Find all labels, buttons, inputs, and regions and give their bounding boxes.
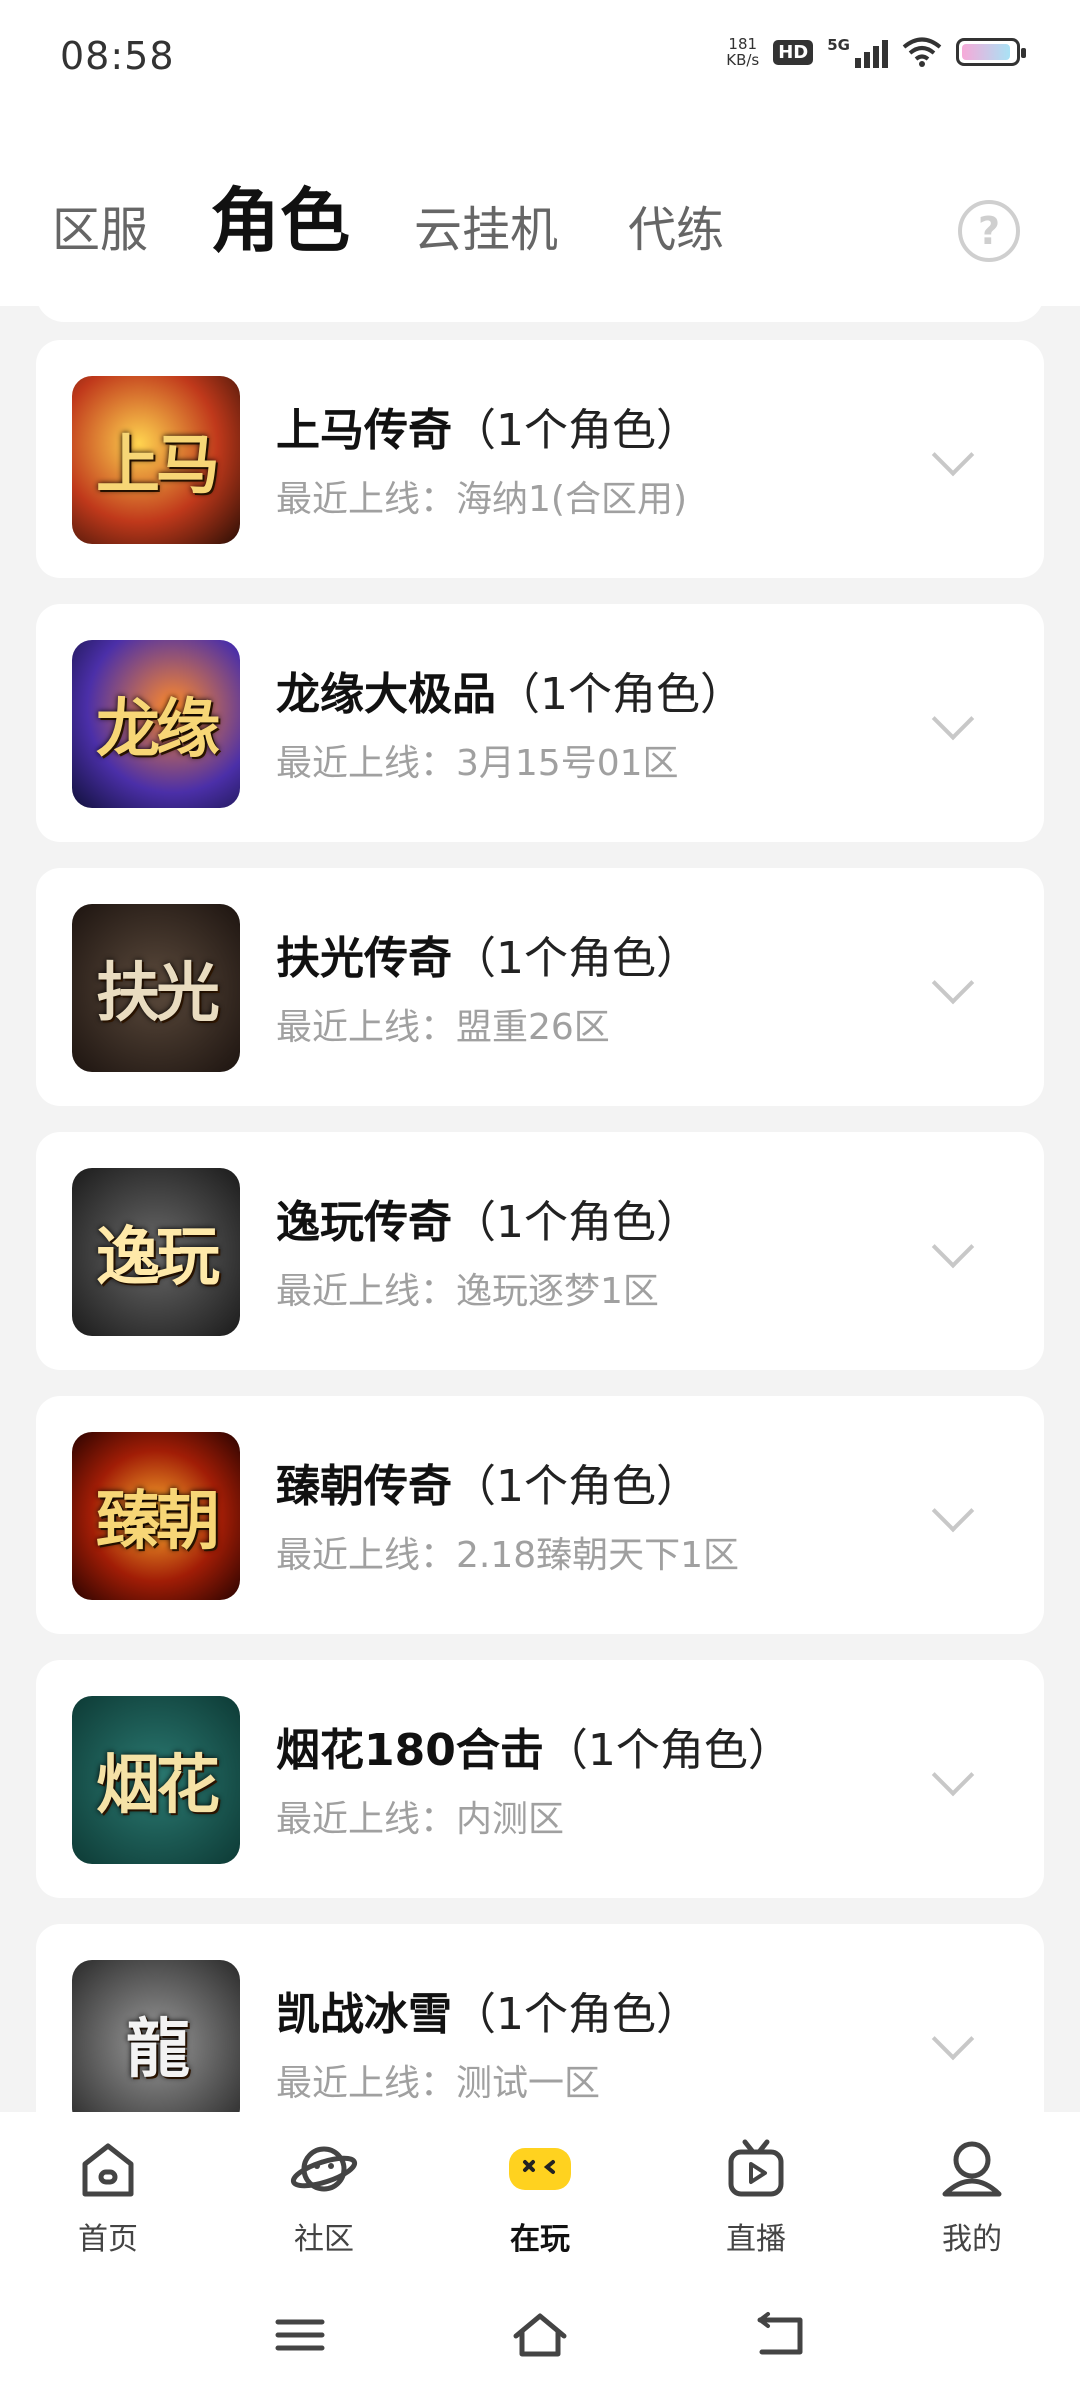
game-thumbnail-text: 龍	[126, 2012, 190, 2087]
tab-cloud-idle[interactable]: 云挂机	[414, 190, 558, 260]
game-thumbnail: 烟花	[72, 1696, 240, 1864]
game-title: 凯战冰雪（1个角色）	[276, 1978, 700, 2042]
status-icons: 181 KB/s HD 5G	[726, 36, 1026, 68]
hd-icon: HD	[773, 39, 814, 65]
game-thumbnail: 逸玩	[72, 1168, 240, 1336]
list-item[interactable]: 龍 凯战冰雪（1个角色） 最近上线：测试一区	[36, 1924, 1044, 2112]
nav-label: 社区	[294, 2222, 354, 2257]
list-item[interactable]: 龙缘 龙缘大极品（1个角色） 最近上线：3月15号01区	[36, 604, 1044, 842]
role-count: （1个角色）	[452, 1989, 700, 2040]
header-tabs: 区服 角色 云挂机 代练 ?	[0, 120, 1080, 306]
game-title: 龙缘大极品（1个角色）	[276, 658, 744, 722]
tab-power-leveling[interactable]: 代练	[628, 190, 724, 260]
game-title: 扶光传奇（1个角色）	[276, 922, 700, 986]
user-icon	[942, 2141, 1002, 2197]
back-icon[interactable]	[750, 2310, 810, 2360]
list-item-partial	[36, 306, 1044, 322]
network-speed-unit: KB/s	[726, 51, 760, 69]
role-count: （1个角色）	[496, 669, 744, 720]
wifi-icon	[902, 37, 942, 67]
game-thumbnail-text: 烟花	[96, 1748, 220, 1823]
nav-label: 在玩	[510, 2222, 570, 2257]
nav-live[interactable]: 直播	[686, 2134, 826, 2258]
last-login: 最近上线：盟重26区	[276, 1007, 610, 1048]
chevron-down-icon[interactable]	[931, 961, 975, 1005]
last-login: 最近上线：海纳1(合区用)	[276, 479, 687, 520]
game-thumbnail: 龍	[72, 1960, 240, 2112]
game-title: 上马传奇（1个角色）	[276, 394, 700, 458]
tab-role[interactable]: 角色	[210, 165, 350, 266]
game-thumbnail-text: 扶光	[96, 956, 220, 1031]
nav-mine[interactable]: 我的	[902, 2134, 1042, 2258]
system-nav-bar	[0, 2282, 1080, 2388]
nav-label: 首页	[78, 2222, 138, 2257]
game-thumbnail: 臻朝	[72, 1432, 240, 1600]
role-count: （1个角色）	[452, 1197, 700, 1248]
home-icon	[82, 2143, 134, 2197]
5g-label: 5G	[827, 36, 850, 54]
game-thumbnail: 龙缘	[72, 640, 240, 808]
battery-icon	[956, 38, 1026, 66]
last-login: 最近上线：3月15号01区	[276, 743, 679, 784]
tab-server[interactable]: 区服	[52, 190, 148, 260]
status-bar: 08:58 181 KB/s HD 5G	[0, 0, 1080, 120]
home-nav-icon[interactable]	[510, 2310, 570, 2360]
bottom-nav: 首页 社区 在玩 直播 我的	[0, 2112, 1080, 2282]
last-login: 最近上线：内测区	[276, 1799, 565, 1840]
role-count: （1个角色）	[452, 405, 700, 456]
list-item[interactable]: 烟花 烟花180合击（1个角色） 最近上线：内测区	[36, 1660, 1044, 1898]
menu-icon[interactable]	[270, 2310, 330, 2360]
game-thumbnail-text: 龙缘	[96, 692, 220, 767]
nav-playing[interactable]: 在玩	[470, 2134, 610, 2258]
game-name: 龙缘大极品	[276, 669, 496, 720]
tv-play-icon	[728, 2139, 784, 2197]
game-name: 臻朝传奇	[276, 1461, 452, 1512]
network-speed: 181 KB/s	[726, 36, 759, 68]
nav-label: 直播	[726, 2222, 786, 2257]
last-login: 最近上线：逸玩逐梦1区	[276, 1271, 659, 1312]
game-thumbnail-text: 上马	[96, 428, 220, 503]
signal-icon: 5G	[827, 36, 888, 68]
game-title: 烟花180合击（1个角色）	[276, 1714, 792, 1778]
nav-label: 我的	[942, 2222, 1002, 2257]
list-item[interactable]: 扶光 扶光传奇（1个角色） 最近上线：盟重26区	[36, 868, 1044, 1106]
game-name: 扶光传奇	[276, 933, 452, 984]
role-count: （1个角色）	[543, 1725, 792, 1776]
chevron-down-icon[interactable]	[931, 433, 975, 477]
role-count: （1个角色）	[452, 1461, 700, 1512]
last-login: 最近上线：2.18臻朝天下1区	[276, 1535, 740, 1576]
nav-home[interactable]: 首页	[38, 2134, 178, 2258]
chevron-down-icon[interactable]	[931, 1225, 975, 1269]
list-item[interactable]: 臻朝 臻朝传奇（1个角色） 最近上线：2.18臻朝天下1区	[36, 1396, 1044, 1634]
game-thumbnail-text: 臻朝	[96, 1484, 220, 1559]
game-title: 逸玩传奇（1个角色）	[276, 1186, 700, 1250]
network-speed-value: 181	[728, 35, 758, 53]
game-name: 凯战冰雪	[276, 1989, 452, 2040]
game-thumbnail: 上马	[72, 376, 240, 544]
planet-icon	[290, 2146, 358, 2192]
chevron-down-icon[interactable]	[931, 1489, 975, 1533]
chevron-down-icon[interactable]	[931, 1753, 975, 1797]
nav-community[interactable]: 社区	[254, 2134, 394, 2258]
status-time: 08:58	[60, 34, 175, 78]
game-name: 烟花180合击	[276, 1725, 544, 1776]
last-login: 最近上线：测试一区	[276, 2063, 601, 2104]
list-item[interactable]: 上马 上马传奇（1个角色） 最近上线：海纳1(合区用)	[36, 340, 1044, 578]
chevron-down-icon[interactable]	[931, 2017, 975, 2061]
game-name: 上马传奇	[276, 405, 452, 456]
question-circle-icon[interactable]: ?	[958, 200, 1020, 262]
game-name: 逸玩传奇	[276, 1197, 452, 1248]
game-role-list: 上马 上马传奇（1个角色） 最近上线：海纳1(合区用) 龙缘 龙缘大极品（1个角…	[0, 306, 1080, 2112]
game-thumbnail: 扶光	[72, 904, 240, 1072]
gamepad-icon	[509, 2148, 571, 2190]
list-item[interactable]: 逸玩 逸玩传奇（1个角色） 最近上线：逸玩逐梦1区	[36, 1132, 1044, 1370]
game-title: 臻朝传奇（1个角色）	[276, 1450, 700, 1514]
role-count: （1个角色）	[452, 933, 700, 984]
chevron-down-icon[interactable]	[931, 697, 975, 741]
game-thumbnail-text: 逸玩	[96, 1220, 220, 1295]
